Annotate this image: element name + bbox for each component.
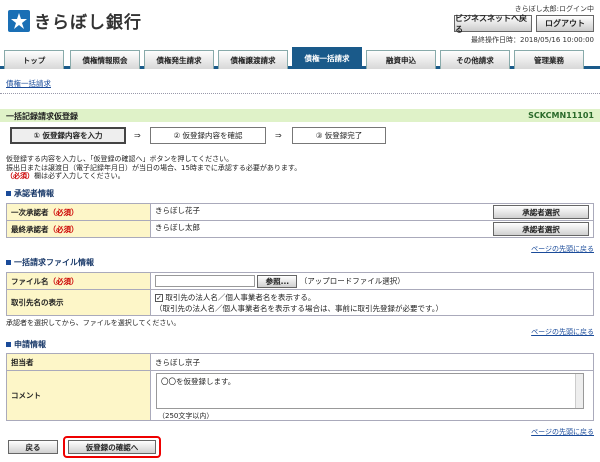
required-tag: （必須） <box>6 172 34 180</box>
comment-text: 〇〇を仮登録します。 <box>161 377 236 386</box>
section-title-text: 申請情報 <box>14 340 46 349</box>
tab-other-request[interactable]: その他請求 <box>440 50 510 69</box>
instruction-line: （必須）欄は必ず入力してください。 <box>6 172 301 181</box>
value-text: きらぼし太郎 <box>155 223 200 232</box>
final-approver-select-button[interactable]: 承認者選択 <box>493 222 589 236</box>
approver-table: 一次承認者（必須） きらぼし花子 承認者選択 最終承認者（必須） きらぼし太郎 承認… <box>6 203 594 238</box>
comment-label: コメント <box>6 370 151 421</box>
display-checkbox[interactable]: ✓ <box>155 293 163 302</box>
comment-limit: （250文字以内） <box>158 412 214 420</box>
display-cell: ✓ 取引先の法人名／個人事業者名を表示する。 （取引先の法人名／個人事業者名を表… <box>150 289 594 316</box>
instruction-line: 仮登録する内容を入力し、「仮登録の確認へ」ボタンを押してください。 <box>6 155 234 163</box>
label-text: 一次承認者 <box>11 207 49 217</box>
final-approver-value: きらぼし太郎 承認者選択 <box>150 220 594 238</box>
last-login-time: 最終操作日時：2018/05/16 10:00:00 <box>470 36 594 44</box>
bank-name: きらぼし銀行 <box>34 13 142 33</box>
first-approver-select-button[interactable]: 承認者選択 <box>493 205 589 219</box>
display-label: 取引先名の表示 <box>6 289 151 316</box>
tab-receivable-inquiry[interactable]: 債権情報照会 <box>70 50 140 69</box>
logo-icon <box>8 9 30 32</box>
tab-receivable-issue[interactable]: 債権発生請求 <box>144 50 214 69</box>
display-checkbox-row: ✓ 取引先の法人名／個人事業者名を表示する。 <box>155 292 589 303</box>
logout-button[interactable]: ログアウト <box>536 15 594 32</box>
page-top-link[interactable]: ページの先頭に戻る <box>531 327 594 337</box>
tab-bulk-request[interactable]: 債権一括請求 <box>292 47 362 69</box>
first-approver-label: 一次承認者（必須） <box>6 203 151 221</box>
label-text: ファイル名 <box>11 276 49 286</box>
file-section-title: 一括請求ファイル情報 <box>6 257 94 268</box>
bizsnet-return-button[interactable]: ビジネスネットへ戻る <box>454 14 532 34</box>
step-arrow-icon: ⇒ <box>134 131 141 140</box>
instruction-suffix: 欄は必ず入力してください。 <box>34 172 125 180</box>
required-tag: （必須） <box>48 224 79 234</box>
section-title-text: 承認者情報 <box>14 189 54 198</box>
browse-button[interactable]: 参照... <box>257 274 298 288</box>
highlight-frame <box>63 436 161 458</box>
comment-textarea[interactable]: 〇〇を仮登録します。 <box>156 373 584 409</box>
table-row: ファイル名（必須） 参照... （アップロードファイル選択） <box>6 272 594 290</box>
person-label: 担当者 <box>6 353 151 371</box>
instructions: 仮登録する内容を入力し、「仮登録の確認へ」ボタンを押してください。 振出日または… <box>6 155 301 181</box>
checkbox-note: （取引先の法人名／個人事業者名を表示する場合は、事前に取引先登録が必要です。） <box>155 303 443 313</box>
value-text: きらぼし花子 <box>155 206 200 215</box>
step-complete: ③ 仮登録完了 <box>292 127 386 144</box>
table-row: 担当者 きらぼし京子 <box>6 353 594 371</box>
main-tab-bar: トップ 債権情報照会 債権発生請求 債権譲渡請求 債権一括請求 融資申込 その他… <box>0 47 600 69</box>
table-row: 最終承認者（必須） きらぼし太郎 承認者選択 <box>6 220 594 238</box>
table-row: 一次承認者（必須） きらぼし花子 承認者選択 <box>6 203 594 221</box>
page-title: 一括記録請求仮登録 <box>6 112 78 121</box>
page-top-link[interactable]: ページの先頭に戻る <box>531 427 594 437</box>
section-square-icon <box>6 342 11 347</box>
approver-section-title: 承認者情報 <box>6 188 54 199</box>
tab-top[interactable]: トップ <box>4 50 64 69</box>
subnav-bulk-request[interactable]: 債権一括請求 <box>6 78 51 89</box>
file-note: 承認者を選択してから、ファイルを選択してください。 <box>6 319 181 327</box>
first-approver-value: きらぼし花子 承認者選択 <box>150 203 594 221</box>
bank-logo: きらぼし銀行 <box>8 8 142 33</box>
tab-receivable-transfer[interactable]: 債権譲渡請求 <box>218 50 288 69</box>
divider <box>0 93 600 94</box>
browse-note: （アップロードファイル選択） <box>299 276 405 285</box>
person-value: きらぼし京子 <box>150 353 594 371</box>
page-title-bar: 一括記録請求仮登録 SCKCMN11101 <box>0 109 600 122</box>
file-table: ファイル名（必須） 参照... （アップロードファイル選択） 取引先名の表示 ✓… <box>6 272 594 316</box>
table-row: 取引先名の表示 ✓ 取引先の法人名／個人事業者名を表示する。 （取引先の法人名／… <box>6 289 594 316</box>
required-tag: （必須） <box>48 207 79 217</box>
file-name-label: ファイル名（必須） <box>6 272 151 290</box>
section-square-icon <box>6 260 11 265</box>
checkbox-label: 取引先の法人名／個人事業者名を表示する。 <box>165 292 316 302</box>
section-square-icon <box>6 191 11 196</box>
screen-code: SCKCMN11101 <box>528 111 594 120</box>
header: きらぼし銀行 きらぼし太郎:ログイン中 ビジネスネットへ戻る ログアウト 最終操… <box>0 0 600 44</box>
page-top-link[interactable]: ページの先頭に戻る <box>531 244 594 254</box>
file-name-cell: 参照... （アップロードファイル選択） <box>150 272 594 290</box>
apply-section-title: 申請情報 <box>6 339 46 350</box>
final-approver-label: 最終承認者（必須） <box>6 220 151 238</box>
section-title-text: 一括請求ファイル情報 <box>14 258 94 267</box>
tab-loan-application[interactable]: 融資申込 <box>366 50 436 69</box>
tab-admin[interactable]: 管理業務 <box>514 50 584 69</box>
textarea-scrollbar[interactable] <box>575 374 583 408</box>
back-button[interactable]: 戻る <box>8 440 58 454</box>
required-tag: （必須） <box>48 276 79 286</box>
step-arrow-icon: ⇒ <box>275 131 282 140</box>
file-path-field[interactable] <box>155 275 255 287</box>
label-text: 最終承認者 <box>11 224 49 234</box>
instruction-line: 振出日または譲渡日（電子記録年月日）が当日の場合、15時までに承認する必要があり… <box>6 163 302 172</box>
step-confirm: ② 仮登録内容を確認 <box>150 127 266 144</box>
step-input: ① 仮登録内容を入力 <box>10 127 126 144</box>
